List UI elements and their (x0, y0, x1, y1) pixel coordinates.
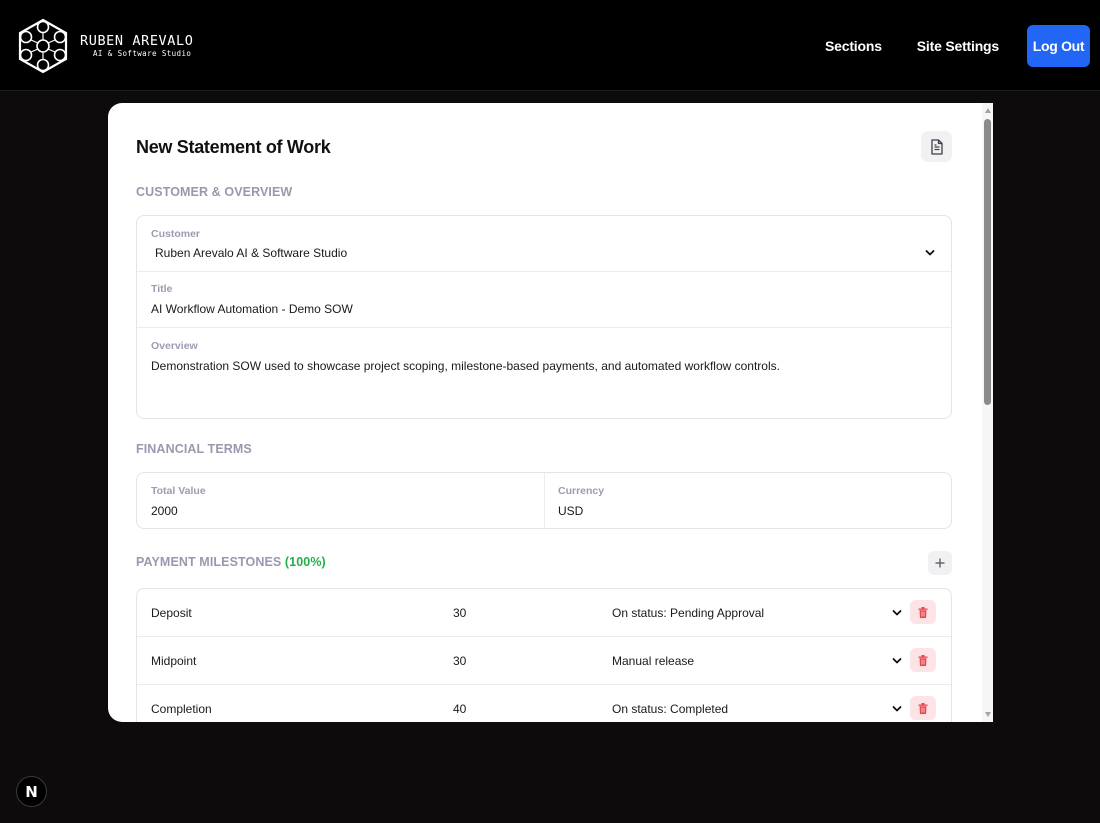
sow-editor-card: New Statement of Work CUSTOMER & OVERVIE… (108, 103, 993, 722)
customer-overview-heading: CUSTOMER & OVERVIEW (136, 185, 293, 199)
scroll-down-arrow-icon[interactable] (985, 712, 991, 717)
total-value-label: Total Value (151, 485, 206, 497)
overview-textarea[interactable]: Demonstration SOW used to showcase proje… (151, 359, 931, 374)
scrollbar-thumb[interactable] (984, 119, 991, 405)
chevron-down-icon[interactable] (892, 608, 902, 618)
financial-terms-box: Total Value 2000 Currency USD (136, 472, 952, 529)
divider (137, 271, 951, 272)
currency-input[interactable]: USD (558, 504, 583, 518)
page-title: New Statement of Work (136, 137, 331, 157)
milestone-name-input[interactable]: Midpoint (151, 654, 196, 668)
title-input[interactable]: AI Workflow Automation - Demo SOW (151, 302, 353, 316)
plus-icon (935, 558, 945, 568)
trash-icon (918, 654, 928, 666)
sow-editor-scroll-area: New Statement of Work CUSTOMER & OVERVIE… (108, 103, 982, 722)
currency-label: Currency (558, 485, 605, 497)
brand-name: RUBEN AREVALO (80, 32, 194, 49)
divider (137, 327, 951, 328)
chevron-down-icon[interactable] (925, 248, 935, 258)
milestone-row: Midpoint 30 Manual release (137, 637, 951, 685)
vertical-scrollbar[interactable] (982, 103, 993, 722)
nav-site-settings-link[interactable]: Site Settings (917, 38, 999, 54)
delete-milestone-button[interactable] (910, 648, 936, 672)
milestones-table: Deposit 30 On status: Pending Approval M… (136, 588, 952, 722)
milestone-name-input[interactable]: Deposit (151, 606, 192, 620)
trash-icon (918, 702, 928, 714)
chevron-down-icon[interactable] (892, 704, 902, 714)
trash-icon (918, 606, 928, 618)
delete-milestone-button[interactable] (910, 696, 936, 720)
title-label: Title (151, 283, 173, 295)
delete-milestone-button[interactable] (910, 600, 936, 624)
payment-milestones-heading: PAYMENT MILESTONES (100%) (136, 555, 326, 569)
customer-label: Customer (151, 228, 201, 240)
divider (544, 473, 545, 528)
financial-terms-heading: FINANCIAL TERMS (136, 442, 252, 456)
brand-subtitle: AI & Software Studio (93, 48, 192, 58)
top-nav: Sections Site Settings Log Out (825, 25, 1090, 67)
milestone-trigger-select[interactable]: On status: Pending Approval (612, 606, 764, 620)
total-value-input[interactable]: 2000 (151, 504, 178, 518)
milestone-percent-input[interactable]: 30 (453, 654, 466, 668)
milestone-percent-input[interactable]: 30 (453, 606, 466, 620)
brand[interactable]: RUBEN AREVALO AI & Software Studio (17, 18, 193, 74)
scroll-up-arrow-icon[interactable] (985, 108, 991, 113)
milestone-trigger-select[interactable]: On status: Completed (612, 702, 728, 716)
nextjs-dev-badge-icon[interactable]: N (16, 776, 47, 807)
nav-sections-link[interactable]: Sections (825, 38, 882, 54)
milestones-percent-total: (100%) (284, 555, 326, 569)
brand-logo-icon (18, 18, 68, 74)
milestone-percent-input[interactable]: 40 (453, 702, 466, 716)
milestone-row: Completion 40 On status: Completed (137, 685, 951, 722)
overview-label: Overview (151, 340, 198, 352)
customer-overview-box: Customer Ruben Arevalo AI & Software Stu… (136, 215, 952, 419)
milestone-row: Deposit 30 On status: Pending Approval (137, 589, 951, 637)
top-navigation-bar: RUBEN AREVALO AI & Software Studio Secti… (0, 0, 1100, 91)
customer-select[interactable]: Ruben Arevalo AI & Software Studio (155, 246, 347, 260)
add-milestone-button[interactable] (928, 551, 952, 575)
document-icon (930, 138, 943, 155)
milestone-name-input[interactable]: Completion (151, 702, 212, 716)
milestone-trigger-select[interactable]: Manual release (612, 654, 694, 668)
payment-milestones-title: PAYMENT MILESTONES (136, 555, 282, 569)
document-preview-button[interactable] (921, 131, 952, 162)
chevron-down-icon[interactable] (892, 656, 902, 666)
logout-button[interactable]: Log Out (1027, 25, 1090, 67)
